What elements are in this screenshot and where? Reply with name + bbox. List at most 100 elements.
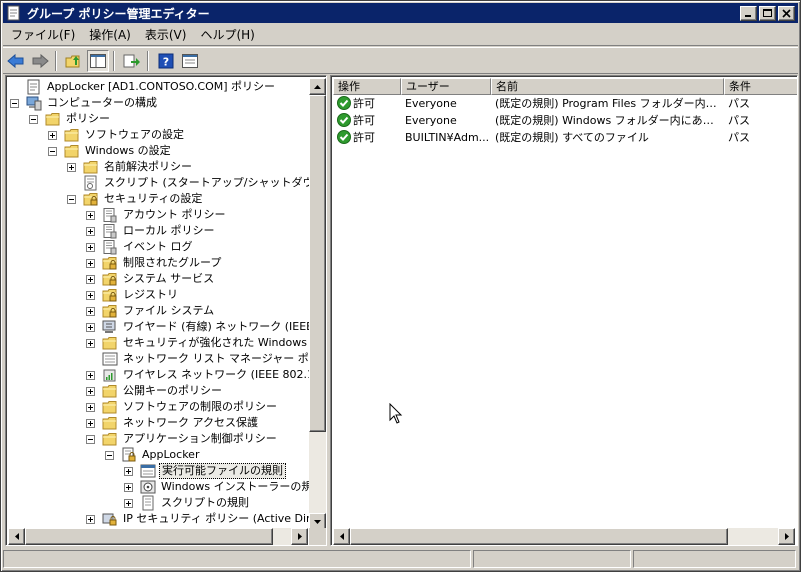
back-arrow-icon (7, 53, 24, 68)
tree-node[interactable]: コンピューターの構成 (10, 95, 159, 111)
tree-node-label: ソフトウェアの制限のポリシー (123, 400, 277, 413)
collapse-icon[interactable] (67, 194, 76, 204)
forward-button[interactable] (29, 50, 51, 72)
tree-horizontal-scrollbar[interactable] (8, 528, 308, 545)
tree-node[interactable]: イベント ログ (86, 239, 195, 255)
tree-node[interactable]: ワイヤレス ネットワーク (IEEE 802.11) ァ (86, 367, 310, 383)
tree-node[interactable]: ネットワーク リスト マネージャー ポリシー (86, 351, 310, 367)
status-bar (3, 549, 798, 569)
minimize-button[interactable] (740, 5, 757, 21)
maximize-icon (763, 8, 772, 17)
tree-node-label: セキュリティが強化された Windows ファ (123, 336, 310, 349)
expand-icon[interactable] (86, 306, 95, 316)
tree-node[interactable]: AppLocker (105, 447, 201, 463)
list-horizontal-scroll-thumb[interactable] (350, 528, 728, 545)
tree-node[interactable]: 公開キーのポリシー (86, 383, 224, 399)
collapse-icon[interactable] (48, 146, 57, 156)
export-list-button[interactable] (121, 50, 143, 72)
tree-node[interactable]: 名前解決ポリシー (67, 159, 194, 175)
expand-icon[interactable] (86, 290, 95, 300)
back-button[interactable] (5, 50, 27, 72)
scroll-right-button[interactable] (778, 528, 795, 545)
tree-node[interactable]: Windows インストーラーの規則 (124, 479, 310, 495)
tree-node[interactable]: ソフトウェアの設定 (48, 127, 186, 143)
minimize-icon (745, 14, 751, 17)
tree-node[interactable]: セキュリティの設定 (67, 191, 204, 207)
collapse-icon[interactable] (10, 98, 19, 108)
tree-node[interactable]: レジストリ (86, 287, 180, 303)
column-header-user[interactable]: ユーザー (401, 78, 491, 95)
tree-node[interactable]: ファイル システム (86, 303, 216, 319)
title-bar[interactable]: グループ ポリシー管理エディター (3, 3, 798, 23)
tree-node[interactable]: ネットワーク アクセス保護 (86, 415, 260, 431)
tree-node[interactable]: ローカル ポリシー (86, 223, 217, 239)
column-header-action[interactable]: 操作 (333, 78, 401, 95)
expand-icon[interactable] (86, 386, 95, 396)
tree-node[interactable]: ソフトウェアの制限のポリシー (86, 399, 279, 415)
menu-action[interactable]: 操作(A) (83, 26, 137, 44)
expand-icon[interactable] (86, 226, 95, 236)
up-one-level-button[interactable] (63, 50, 85, 72)
help-button[interactable]: ? (155, 50, 177, 72)
maximize-button[interactable] (759, 5, 776, 21)
column-header-condition[interactable]: 条件 (724, 78, 797, 95)
tree-node[interactable]: 実行可能ファイルの規則 (124, 463, 286, 479)
scroll-left-button[interactable] (8, 528, 25, 545)
expand-icon[interactable] (48, 130, 57, 140)
expand-icon[interactable] (86, 402, 95, 412)
tree-node[interactable]: セキュリティが強化された Windows ファ (86, 335, 310, 351)
expand-icon[interactable] (86, 322, 95, 332)
tree-vertical-scrollbar[interactable] (309, 78, 326, 530)
tree-node[interactable]: スクリプト (スタートアップ/シャットダウン) (67, 175, 310, 191)
locked-folder-icon (102, 273, 117, 286)
collapse-icon[interactable] (29, 114, 38, 124)
expand-icon[interactable] (124, 466, 133, 476)
tree-node[interactable]: AppLocker [AD1.CONTOSO.COM] ポリシー (10, 79, 277, 95)
expand-icon[interactable] (124, 498, 133, 508)
tree-node[interactable]: Windows の設定 (48, 143, 173, 159)
expand-icon[interactable] (67, 162, 76, 172)
expand-icon[interactable] (124, 482, 133, 492)
tree-horizontal-scroll-thumb[interactable] (25, 528, 273, 545)
tree-node[interactable]: スクリプトの規則 (124, 495, 251, 511)
tree-node[interactable]: ワイヤード (有線) ネットワーク (IEEE 8 (86, 319, 310, 335)
scroll-up-button[interactable] (309, 78, 326, 95)
tree-node[interactable]: ポリシー (29, 111, 112, 127)
rule-row[interactable]: 許可 BUILTIN¥Adm... (既定の規則) すべてのファイル パス (333, 129, 797, 145)
applocker-icon (122, 447, 136, 462)
properties-button[interactable] (179, 50, 201, 72)
arrow-right-icon (297, 533, 302, 540)
menu-file[interactable]: ファイル(F) (5, 26, 81, 44)
tree-node-label: スクリプトの規則 (161, 496, 249, 509)
expand-icon[interactable] (86, 258, 95, 268)
wired-network-icon (102, 320, 116, 333)
tree-node[interactable]: アプリケーション制御ポリシー (86, 431, 279, 447)
expand-icon[interactable] (86, 210, 95, 220)
expand-icon[interactable] (86, 242, 95, 252)
expand-icon[interactable] (86, 370, 95, 380)
menu-view[interactable]: 表示(V) (139, 26, 193, 44)
rule-row[interactable]: 許可 Everyone (既定の規則) Program Files フォルダー内に.… (333, 95, 797, 111)
expand-icon[interactable] (86, 338, 95, 348)
show-hide-tree-button[interactable] (87, 49, 109, 72)
rule-row[interactable]: 許可 Everyone (既定の規則) Windows フォルダー内にある... パス (333, 112, 797, 128)
tree-node[interactable]: アカウント ポリシー (86, 207, 228, 223)
scroll-left-button[interactable] (333, 528, 350, 545)
expand-icon[interactable] (86, 274, 95, 284)
expand-icon[interactable] (86, 418, 95, 428)
tree-node-label: 実行可能ファイルの規則 (159, 463, 286, 479)
script-rules-icon (142, 495, 154, 511)
tree-node[interactable]: IP セキュリティ ポリシー (Active Direct (86, 511, 310, 527)
scroll-right-button[interactable] (291, 528, 308, 545)
tree-node-label: ネットワーク リスト マネージャー ポリシー (123, 352, 310, 365)
close-button[interactable] (778, 5, 795, 21)
collapse-icon[interactable] (86, 434, 95, 444)
tree-vertical-scroll-thumb[interactable] (309, 95, 326, 432)
tree-node[interactable]: 制限されたグループ (86, 255, 223, 271)
collapse-icon[interactable] (105, 450, 114, 460)
expand-icon[interactable] (86, 514, 95, 524)
tree-node[interactable]: システム サービス (86, 271, 216, 287)
menu-help[interactable]: ヘルプ(H) (194, 26, 260, 44)
column-header-name[interactable]: 名前 (491, 78, 724, 95)
list-horizontal-scrollbar[interactable] (333, 528, 795, 545)
